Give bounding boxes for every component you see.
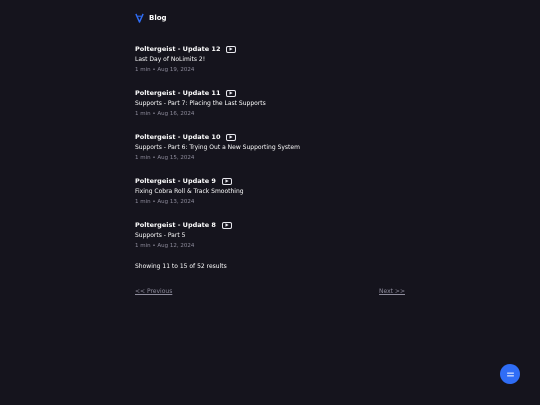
- post-title-row: Poltergeist - Update 10: [135, 132, 415, 142]
- post-title-row: Poltergeist - Update 8: [135, 220, 415, 230]
- post-title[interactable]: Poltergeist - Update 9: [135, 177, 216, 185]
- logo-icon[interactable]: [135, 13, 144, 23]
- post-title[interactable]: Poltergeist - Update 11: [135, 89, 220, 97]
- play-icon: [221, 221, 232, 229]
- post-subtitle: Last Day of NoLimits 2!: [135, 56, 206, 63]
- play-icon: [226, 89, 237, 97]
- blog-link[interactable]: Blog: [149, 14, 167, 22]
- post-list: Poltergeist - Update 12 Last Day of NoLi…: [135, 44, 415, 264]
- post-subtitle: Supports - Part 7: Placing the Last Supp…: [135, 100, 266, 107]
- post-meta: 1 min • Aug 13, 2024: [135, 199, 195, 205]
- play-icon: [226, 133, 237, 141]
- menu-fab-button[interactable]: [500, 364, 520, 384]
- next-link[interactable]: Next >>: [379, 288, 405, 295]
- post-meta: 1 min • Aug 16, 2024: [135, 111, 195, 117]
- post-item[interactable]: Poltergeist - Update 12 Last Day of NoLi…: [135, 44, 415, 88]
- post-title[interactable]: Poltergeist - Update 10: [135, 133, 220, 141]
- results-summary: Showing 11 to 15 of 52 results: [135, 263, 227, 270]
- play-icon: [221, 177, 232, 185]
- play-icon: [226, 45, 237, 53]
- page: Blog Poltergeist - Update 12 Last Day of…: [0, 0, 540, 405]
- post-subtitle: Supports - Part 5: [135, 232, 186, 239]
- post-subtitle: Supports - Part 6: Trying Out a New Supp…: [135, 144, 300, 151]
- pagination: << Previous Next >>: [135, 288, 405, 295]
- post-meta: 1 min • Aug 15, 2024: [135, 155, 195, 161]
- post-item[interactable]: Poltergeist - Update 10 Supports - Part …: [135, 132, 415, 176]
- header: Blog: [135, 13, 167, 23]
- post-item[interactable]: Poltergeist - Update 11 Supports - Part …: [135, 88, 415, 132]
- post-meta: 1 min • Aug 12, 2024: [135, 243, 195, 249]
- post-title-row: Poltergeist - Update 11: [135, 88, 415, 98]
- post-subtitle: Fixing Cobra Roll & Track Smoothing: [135, 188, 244, 195]
- post-item[interactable]: Poltergeist - Update 9 Fixing Cobra Roll…: [135, 176, 415, 220]
- post-meta: 1 min • Aug 19, 2024: [135, 67, 195, 73]
- post-title-row: Poltergeist - Update 12: [135, 44, 415, 54]
- post-title[interactable]: Poltergeist - Update 8: [135, 221, 216, 229]
- post-title[interactable]: Poltergeist - Update 12: [135, 45, 220, 53]
- menu-icon: [506, 372, 514, 376]
- post-title-row: Poltergeist - Update 9: [135, 176, 415, 186]
- previous-link[interactable]: << Previous: [135, 288, 172, 295]
- post-item[interactable]: Poltergeist - Update 8 Supports - Part 5…: [135, 220, 415, 264]
